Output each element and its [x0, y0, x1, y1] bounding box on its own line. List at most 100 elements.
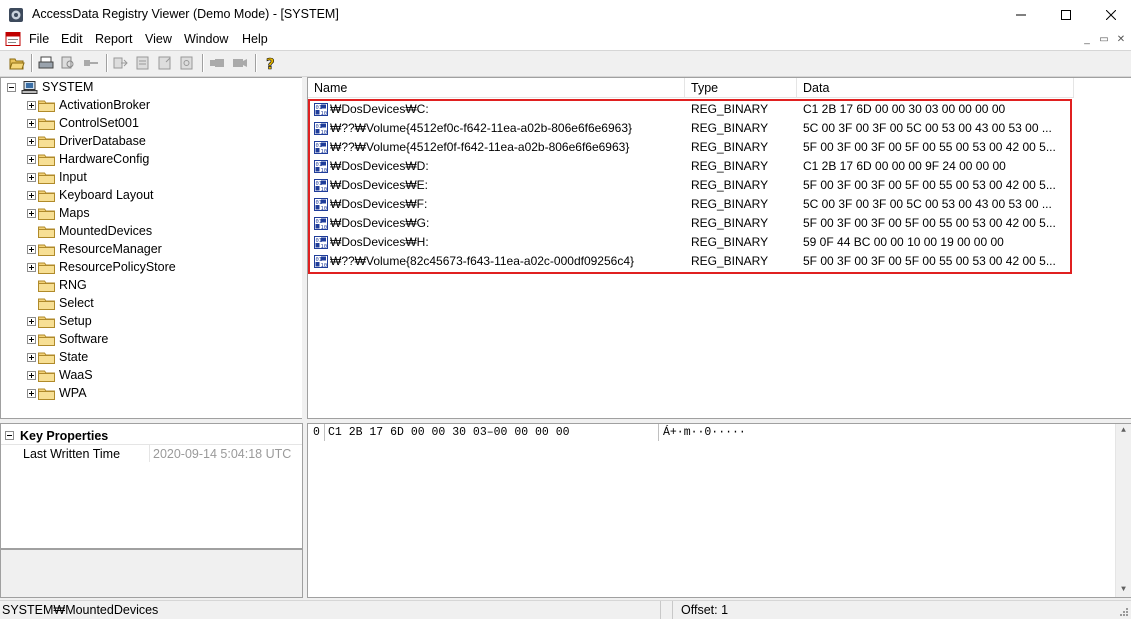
tree-item[interactable]: Maps — [27, 204, 90, 222]
tree-item[interactable]: WPA — [27, 384, 87, 402]
tree-item[interactable]: ActivationBroker — [27, 96, 150, 114]
expand-icon[interactable] — [27, 262, 36, 272]
binary-value-icon: 0110 — [314, 217, 328, 230]
key-button[interactable] — [82, 54, 100, 72]
tree-item-label: ResourceManager — [59, 242, 162, 256]
tree-item[interactable]: Select — [27, 294, 94, 312]
menu-help[interactable]: Help — [242, 32, 268, 46]
expand-icon[interactable] — [27, 154, 36, 164]
scroll-down-icon[interactable]: ▼ — [1119, 586, 1128, 594]
menu-report[interactable]: Report — [95, 32, 133, 46]
tree-item[interactable]: ControlSet001 — [27, 114, 139, 132]
print-button[interactable] — [37, 54, 55, 72]
column-header-name[interactable]: Name — [308, 78, 685, 97]
expand-icon[interactable] — [27, 190, 36, 200]
list-row[interactable]: 01 10 ₩??₩Volume{4512ef0c-f642-11ea-a02b-8… — [308, 119, 1074, 138]
list-row[interactable]: 01 10 ₩DosDevices₩H: REG_BINARY 59 0F 44 BC … — [308, 233, 1074, 252]
menu-file[interactable]: File — [29, 32, 49, 46]
open-button[interactable] — [8, 54, 26, 72]
value-name: ₩DosDevices₩H: — [330, 235, 429, 249]
tree-item[interactable]: ResourceManager — [27, 240, 162, 258]
collapse-icon[interactable] — [7, 82, 16, 92]
tree-item-label: ControlSet001 — [59, 116, 139, 130]
add-report-icon — [158, 56, 171, 70]
menu-view[interactable]: View — [145, 32, 172, 46]
list-row[interactable]: 01 10 ₩??₩Volume{82c45673-f643-11ea-a02c-0… — [308, 252, 1074, 271]
expand-icon[interactable] — [27, 244, 36, 254]
expand-icon[interactable] — [27, 388, 36, 398]
tree-item[interactable]: State — [27, 348, 88, 366]
tree-item[interactable]: RNG — [27, 276, 87, 294]
value-type: REG_BINARY — [691, 102, 769, 116]
tree-root-system[interactable]: SYSTEM — [7, 78, 93, 96]
values-list[interactable]: Name Type Data 01 10 ₩DosDevices₩C: REG_BIN… — [307, 77, 1131, 419]
resize-grip-icon[interactable] — [1119, 607, 1129, 617]
tree-item[interactable]: Setup — [27, 312, 92, 330]
report-button[interactable] — [134, 54, 152, 72]
list-row[interactable]: 01 10 ₩DosDevices₩G: REG_BINARY 5F 00 3F 00 … — [308, 214, 1074, 233]
hex-bytes[interactable]: C1 2B 17 6D 00 00 30 03–00 00 00 00 — [328, 426, 570, 439]
summary-button[interactable] — [178, 54, 196, 72]
minimize-button[interactable] — [998, 0, 1044, 30]
document-icon[interactable] — [5, 32, 21, 46]
help-button[interactable]: ? — [261, 54, 279, 72]
binary-value-icon: 0110 — [314, 141, 328, 154]
video-button[interactable] — [231, 54, 249, 72]
collapse-icon[interactable] — [5, 431, 14, 440]
view-button[interactable] — [208, 54, 226, 72]
expand-icon[interactable] — [27, 370, 36, 380]
folder-icon — [38, 190, 55, 202]
key-properties-header[interactable]: Key Properties — [5, 427, 108, 444]
close-button[interactable] — [1088, 0, 1131, 30]
expand-icon[interactable] — [27, 352, 36, 362]
hex-scrollbar[interactable]: ▲ ▼ — [1115, 424, 1131, 597]
list-row[interactable]: 01 10 ₩??₩Volume{4512ef0f-f642-11ea-a02b-8… — [308, 138, 1074, 157]
mdi-close-button[interactable]: ✕ — [1114, 33, 1128, 46]
scroll-up-icon[interactable]: ▲ — [1119, 427, 1128, 435]
tree-item[interactable]: Keyboard Layout — [27, 186, 154, 204]
folder-icon — [38, 244, 55, 256]
mdi-minimize-button[interactable]: _ — [1080, 33, 1094, 46]
expand-icon[interactable] — [27, 208, 36, 218]
expand-icon[interactable] — [27, 334, 36, 344]
tree-item-label: Maps — [59, 206, 90, 220]
tree-item[interactable]: MountedDevices — [27, 222, 152, 240]
menu-edit[interactable]: Edit — [61, 32, 83, 46]
column-header-type[interactable]: Type — [685, 78, 797, 97]
value-data: 5F 00 3F 00 3F 00 5F 00 55 00 53 00 42 0… — [803, 178, 1056, 192]
hex-view[interactable]: 0 C1 2B 17 6D 00 00 30 03–00 00 00 00 Á+… — [307, 423, 1131, 598]
export-button[interactable] — [112, 54, 130, 72]
expand-icon[interactable] — [27, 118, 36, 128]
tree-item[interactable]: Input — [27, 168, 87, 186]
tree-item[interactable]: WaaS — [27, 366, 93, 384]
folder-icon — [38, 388, 55, 400]
add-report-button[interactable] — [156, 54, 174, 72]
list-row[interactable]: 01 10 ₩DosDevices₩C: REG_BINARY C1 2B 17 6D … — [308, 100, 1074, 119]
menu-window[interactable]: Window — [184, 32, 228, 46]
tree-item[interactable]: HardwareConfig — [27, 150, 149, 168]
title-bar: AccessData Registry Viewer (Demo Mode) -… — [0, 0, 1131, 30]
expand-icon[interactable] — [27, 172, 36, 182]
tree-item[interactable]: ResourcePolicyStore — [27, 258, 176, 276]
registry-tree[interactable]: SYSTEM ActivationBroker ControlSet001 Driv… — [0, 77, 303, 419]
folder-icon — [38, 280, 55, 292]
maximize-button[interactable] — [1043, 0, 1089, 30]
folder-icon — [38, 136, 55, 148]
expand-icon[interactable] — [27, 316, 36, 326]
svg-text:?: ? — [266, 55, 275, 71]
list-row[interactable]: 01 10 ₩DosDevices₩D: REG_BINARY C1 2B 17 6D … — [308, 157, 1074, 176]
value-type: REG_BINARY — [691, 121, 769, 135]
tree-item[interactable]: DriverDatabase — [27, 132, 146, 150]
hex-ascii[interactable]: Á+·m··0····· — [663, 426, 746, 439]
svg-text:10: 10 — [321, 225, 328, 230]
expand-icon[interactable] — [27, 136, 36, 146]
find-button[interactable] — [59, 54, 77, 72]
folder-icon — [38, 352, 55, 364]
column-header-data[interactable]: Data — [797, 78, 1074, 97]
tree-item[interactable]: Software — [27, 330, 108, 348]
tree-item-label: HardwareConfig — [59, 152, 150, 166]
list-row[interactable]: 01 10 ₩DosDevices₩F: REG_BINARY 5C 00 3F 00 … — [308, 195, 1074, 214]
list-row[interactable]: 01 10 ₩DosDevices₩E: REG_BINARY 5F 00 3F 00 … — [308, 176, 1074, 195]
expand-icon[interactable] — [27, 100, 36, 110]
mdi-restore-button[interactable]: ▭ — [1097, 33, 1111, 46]
